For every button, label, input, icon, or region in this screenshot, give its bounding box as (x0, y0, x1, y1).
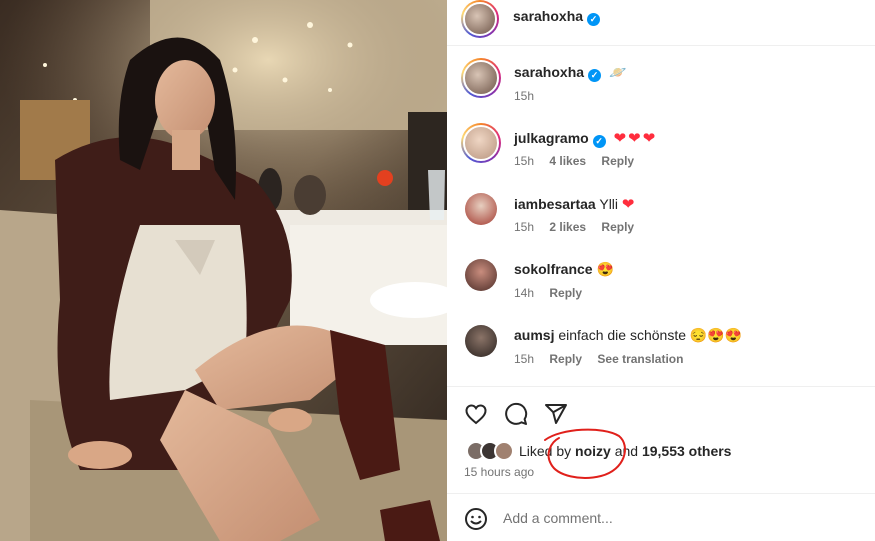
comment-likes[interactable]: 4 likes (549, 154, 586, 168)
commenter-avatar[interactable] (465, 325, 497, 357)
comment-text: ❤❤❤ (613, 130, 658, 147)
verified-badge-icon: ✓ (592, 135, 606, 148)
likes-others[interactable]: 19,553 others (642, 443, 732, 459)
commenter-avatar[interactable] (465, 193, 497, 225)
commenter-avatar[interactable] (461, 58, 501, 98)
comment-time[interactable]: 15h (514, 352, 534, 366)
comment-emoji: 😔😍😍 (689, 327, 743, 343)
comment-item: julkagramo ✓ ❤❤❤ 15h 4 likes Reply (447, 123, 875, 173)
comment-likes[interactable]: 2 likes (549, 220, 586, 234)
comment-item: iambesartaa Ylli ❤ 15h 2 likes Reply (447, 193, 875, 243)
heart-outline-icon[interactable] (464, 402, 488, 429)
comment-input[interactable] (503, 506, 843, 530)
verified-badge-icon: ✓ (588, 69, 602, 82)
author-username[interactable]: sarahoxha (513, 8, 583, 24)
comment-text: 🪐 (608, 64, 627, 80)
add-comment-bar (447, 493, 875, 541)
commenter-avatar[interactable] (461, 123, 501, 163)
paper-plane-icon[interactable] (544, 402, 568, 429)
comment-text: einfach die schönste (558, 327, 686, 343)
reply-button[interactable]: Reply (549, 352, 582, 366)
post-header: sarahoxha ✓ (447, 0, 875, 46)
comment-item: aumsj einfach die schönste 😔😍😍 15h Reply… (447, 325, 875, 375)
comment-time[interactable]: 15h (514, 220, 534, 234)
comment-username[interactable]: sokolfrance (514, 261, 593, 277)
likes-prefix: Liked by (519, 443, 572, 459)
comment-username[interactable]: julkagramo (514, 130, 589, 146)
author-avatar[interactable] (461, 0, 499, 38)
commenter-avatar[interactable] (465, 259, 497, 291)
comment-item: sarahoxha ✓ 🪐 15h (447, 58, 875, 108)
reply-button[interactable]: Reply (601, 154, 634, 168)
reply-button[interactable]: Reply (601, 220, 634, 234)
avatar (494, 441, 514, 461)
comment-username[interactable]: aumsj (514, 327, 554, 343)
smiley-icon[interactable] (464, 507, 488, 534)
comment-emoji: ❤ (621, 196, 635, 213)
verified-badge-icon: ✓ (587, 13, 601, 26)
comment-time[interactable]: 15h (514, 89, 534, 103)
post-detail-panel: sarahoxha ✓ sarahoxha ✓ 🪐 15h julkagramo ✓ … (447, 0, 875, 541)
liker-avatars (466, 441, 520, 461)
post-timestamp[interactable]: 15 hours ago (464, 465, 534, 479)
comment-username[interactable]: iambesartaa (514, 196, 596, 212)
liker-username[interactable]: noizy (575, 443, 611, 459)
post-photo[interactable] (0, 0, 447, 541)
reply-button[interactable]: Reply (549, 286, 582, 300)
comment-text: 😍 (596, 261, 614, 277)
comment-time[interactable]: 15h (514, 154, 534, 168)
speech-bubble-icon[interactable] (504, 402, 528, 429)
comment-text: Ylli (599, 196, 619, 212)
post-image (0, 0, 447, 541)
comment-time[interactable]: 14h (514, 286, 534, 300)
likes-joiner: and (614, 443, 639, 459)
see-translation-link[interactable]: See translation (597, 352, 683, 366)
comment-username[interactable]: sarahoxha (514, 64, 584, 80)
comment-item: sokolfrance 😍 14h Reply (447, 259, 875, 309)
